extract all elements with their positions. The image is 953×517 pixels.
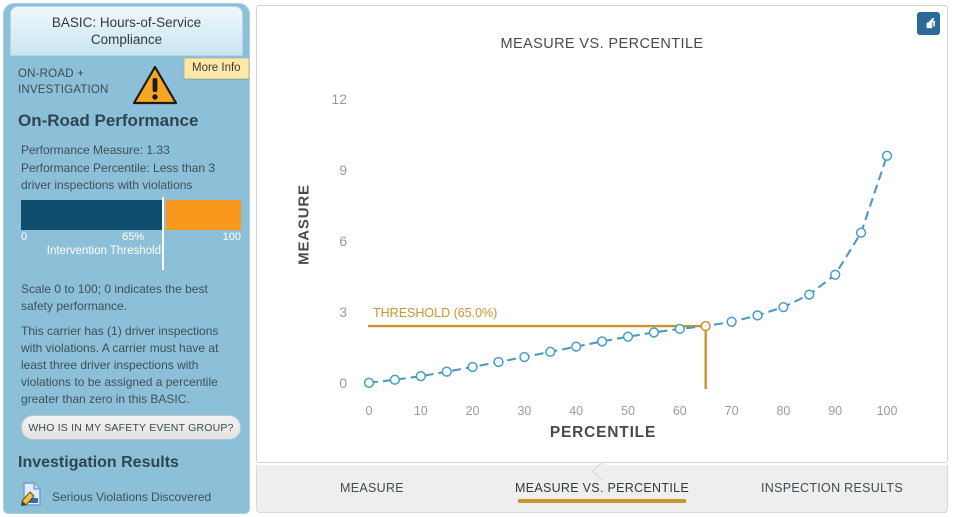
bar-scale-max: 100 bbox=[223, 231, 241, 243]
measure-vs-percentile-plot: MEASURE PERCENTILE THRESHOLD (65.0%) 0 3 6… bbox=[257, 6, 949, 464]
tab-label: INSPECTION RESULTS bbox=[761, 481, 903, 495]
tab-measure[interactable]: MEASURE bbox=[257, 471, 487, 507]
x-axis-tick: 20 bbox=[458, 404, 488, 418]
document-pencil-icon bbox=[20, 481, 44, 512]
active-tab-underline bbox=[518, 499, 686, 503]
intervention-threshold-caption: Intervention Threshold bbox=[21, 244, 161, 259]
percentile-bar bbox=[21, 200, 241, 230]
x-axis-tick: 40 bbox=[561, 404, 591, 418]
x-axis-tick: 60 bbox=[665, 404, 695, 418]
scale-note: Scale 0 to 100; 0 indicates the best saf… bbox=[21, 281, 239, 315]
basic-tab-title[interactable]: BASIC: Hours-of-Service Compliance bbox=[10, 6, 243, 56]
tab-inspection-results[interactable]: INSPECTION RESULTS bbox=[717, 471, 947, 507]
x-axis-tick: 70 bbox=[717, 404, 747, 418]
performance-percentile-text: Performance Percentile: Less than 3 driv… bbox=[21, 160, 236, 195]
performance-values: Performance Measure: 1.33 Performance Pe… bbox=[21, 142, 236, 195]
x-axis-tick: 100 bbox=[872, 404, 902, 418]
bar-scale-min: 0 bbox=[21, 231, 27, 243]
tab-measure-vs-percentile[interactable]: MEASURE VS. PERCENTILE bbox=[487, 471, 717, 507]
basic-sidebar: BASIC: Hours-of-Service Compliance ON-RO… bbox=[4, 4, 249, 513]
x-axis-tick: 0 bbox=[354, 404, 384, 418]
x-axis-tick: 80 bbox=[768, 404, 798, 418]
y-axis-title: MEASURE bbox=[296, 165, 313, 285]
x-axis-title: PERCENTILE bbox=[257, 424, 949, 442]
y-axis-tick: 9 bbox=[317, 162, 347, 178]
tab-label: MEASURE VS. PERCENTILE bbox=[515, 481, 689, 495]
y-axis-tick: 12 bbox=[317, 91, 347, 107]
x-axis-tick: 10 bbox=[406, 404, 436, 418]
percentile-bar-remainder bbox=[166, 200, 241, 230]
y-axis-tick: 0 bbox=[317, 375, 347, 391]
more-info-button[interactable]: More Info bbox=[184, 58, 249, 79]
warning-triangle-icon bbox=[132, 64, 178, 111]
investigation-results-item[interactable]: Serious Violations Discovered bbox=[20, 481, 211, 512]
data-source-label: ON-ROAD + INVESTIGATION bbox=[18, 66, 128, 98]
plot-svg: THRESHOLD (65.0%) bbox=[257, 6, 949, 464]
tab-label: MEASURE bbox=[340, 481, 404, 495]
x-axis-tick: 90 bbox=[820, 404, 850, 418]
percentile-bar-fill bbox=[21, 200, 164, 230]
investigation-results-heading: Investigation Results bbox=[18, 454, 179, 472]
on-road-performance-heading: On-Road Performance bbox=[18, 111, 198, 131]
bar-scale-threshold: 65% bbox=[122, 231, 144, 243]
basic-detail-screen: BASIC: Hours-of-Service Compliance ON-RO… bbox=[0, 0, 953, 517]
safety-event-group-button[interactable]: WHO IS IN MY SAFETY EVENT GROUP? bbox=[21, 415, 241, 440]
carrier-note: This carrier has (1) driver inspections … bbox=[21, 323, 236, 408]
investigation-results-label: Serious Violations Discovered bbox=[52, 490, 211, 504]
chart-panel: MEASURE VS. PERCENTILE MEASURE PERCENTIL… bbox=[256, 5, 948, 463]
chart-tab-bar: MEASURE MEASURE VS. PERCENTILE INSPECTION … bbox=[256, 465, 948, 513]
y-axis-tick: 3 bbox=[317, 304, 347, 320]
y-axis-tick: 6 bbox=[317, 233, 347, 249]
x-axis-tick: 30 bbox=[509, 404, 539, 418]
svg-text:THRESHOLD (65.0%): THRESHOLD (65.0%) bbox=[373, 306, 497, 320]
x-axis-tick: 50 bbox=[613, 404, 643, 418]
performance-measure-text: Performance Measure: 1.33 bbox=[21, 142, 236, 160]
